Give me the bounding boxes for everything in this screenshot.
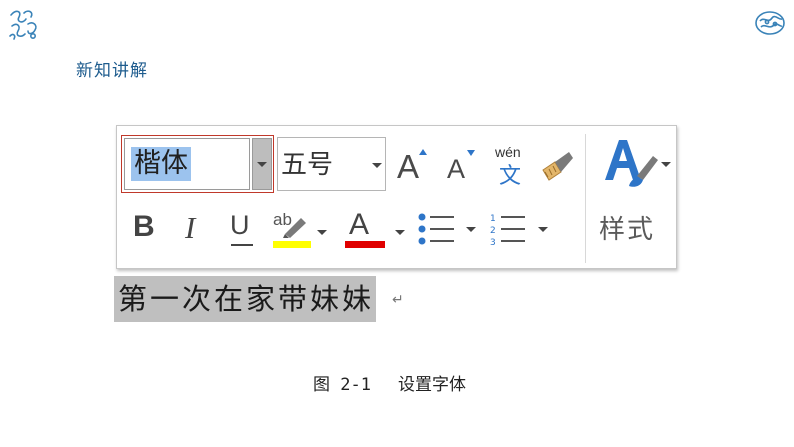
chevron-down-icon — [395, 230, 405, 235]
section-heading: 新知讲解 — [76, 61, 148, 81]
svg-text:3: 3 — [490, 238, 496, 248]
font-name-value: 楷体 — [131, 147, 191, 181]
font-size-combobox[interactable]: 五号 — [277, 137, 386, 191]
font-color-button[interactable]: A — [345, 208, 405, 250]
text-highlight-button[interactable]: ab — [273, 210, 327, 250]
chevron-down-icon — [257, 162, 267, 167]
font-name-dropdown-button[interactable] — [252, 138, 272, 190]
font-name-combobox[interactable]: 楷体 — [121, 135, 274, 193]
font-size-value: 五号 — [281, 150, 334, 180]
underline-glyph: U — [230, 210, 250, 240]
phonetic-guide-button[interactable]: wén 文 — [493, 144, 531, 189]
styles-label[interactable]: 样式 — [599, 209, 655, 246]
phonetic-guide-char: 文 — [499, 164, 522, 189]
svg-text:2: 2 — [490, 226, 496, 236]
paragraph-return-mark: ↵ — [392, 292, 404, 308]
figure-caption-label: 图 2-1 — [313, 375, 371, 395]
group-divider — [585, 134, 586, 263]
underline-button[interactable]: U — [230, 210, 260, 250]
highlighter-pen-icon — [283, 218, 306, 238]
italic-glyph: I — [185, 210, 196, 245]
chevron-down-icon — [372, 163, 382, 168]
shrink-font-button[interactable]: A — [445, 150, 479, 186]
sample-text-highlighted: 第一次在家带妹妹 — [114, 276, 377, 322]
grow-font-glyph: A — [397, 148, 420, 185]
figure-caption: 图 2-1 设置字体 — [313, 370, 466, 395]
arrow-down-icon — [467, 150, 475, 156]
format-painter-icon[interactable] — [539, 148, 579, 184]
figure-caption-title: 设置字体 — [397, 375, 466, 395]
font-name-field[interactable]: 楷体 — [124, 138, 250, 190]
arrow-up-icon — [419, 149, 427, 155]
font-toolbar: 楷体 五号 A A wén 文 B I U ab A 1 2 3 样式 — [116, 125, 677, 269]
bullets-icon[interactable] — [417, 212, 479, 248]
font-color-swatch — [345, 241, 385, 248]
chevron-down-icon — [317, 230, 327, 235]
corner-ornament-right-icon — [755, 11, 785, 35]
numbering-icon[interactable]: 1 2 3 — [489, 212, 553, 248]
svg-text:1: 1 — [490, 214, 496, 224]
italic-button[interactable]: I — [185, 210, 209, 246]
underline-bar — [231, 244, 253, 246]
styles-icon[interactable] — [601, 136, 673, 192]
font-color-glyph: A — [349, 208, 370, 241]
bold-button[interactable]: B — [133, 210, 163, 246]
shrink-font-glyph: A — [447, 154, 466, 184]
highlight-color-swatch — [273, 241, 311, 248]
corner-ornament-left-icon — [9, 10, 37, 40]
bold-glyph: B — [133, 210, 155, 243]
grow-font-button[interactable]: A — [395, 146, 431, 186]
